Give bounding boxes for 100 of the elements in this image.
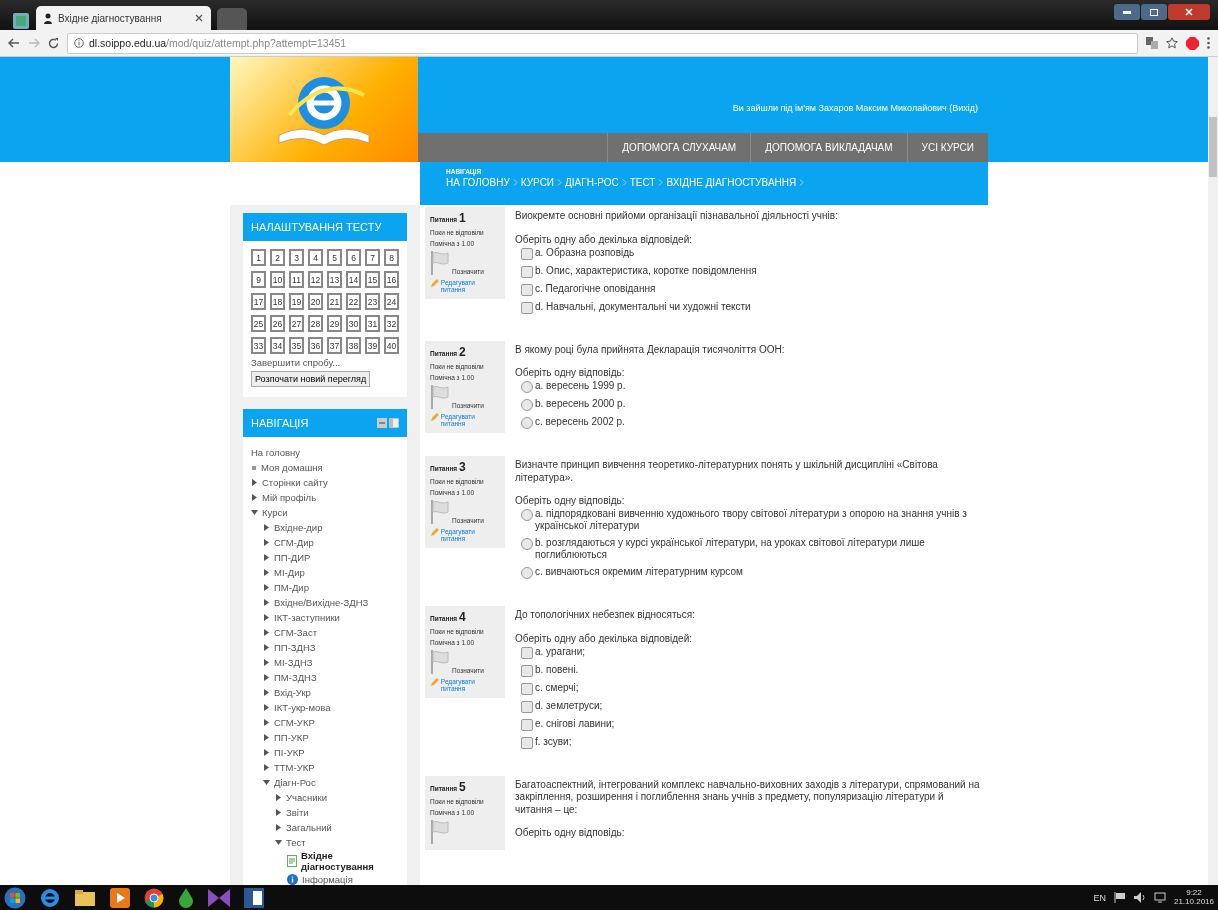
menu-icon: [1207, 37, 1210, 49]
nav-tree-item[interactable]: Учасники: [286, 792, 328, 803]
maximize-button[interactable]: [1141, 4, 1167, 20]
question-number-link[interactable]: 38: [346, 337, 361, 354]
nav-tree-item[interactable]: Загальний: [286, 822, 332, 833]
question-number-link[interactable]: 1: [251, 249, 266, 266]
checkbox[interactable]: [521, 682, 533, 695]
question-number-link[interactable]: 25: [251, 315, 266, 332]
question-number-link[interactable]: 32: [384, 315, 399, 332]
tab-title: Вхідне діагностування: [58, 12, 163, 24]
question-number-link[interactable]: 34: [270, 337, 285, 354]
question-number-link[interactable]: 15: [365, 271, 380, 288]
question-number-link[interactable]: 7: [365, 249, 380, 266]
radio-button[interactable]: [521, 538, 533, 550]
nav-tree-item[interactable]: ПМ-ЗДНЗ: [274, 672, 317, 683]
nav-tree-item[interactable]: ПП-ДИР: [274, 552, 311, 563]
question-number-link[interactable]: 3: [289, 249, 304, 266]
question-number-link[interactable]: 2: [270, 249, 285, 266]
checkbox[interactable]: [521, 646, 533, 659]
address-field[interactable]: dl.soippo.edu.ua/mod/quiz/attempt.php?attempt=13451: [67, 32, 1138, 54]
nav-tree-item[interactable]: Вхід-Укр: [274, 687, 311, 698]
drop-icon: [178, 887, 194, 908]
minimize-button[interactable]: [1114, 4, 1140, 20]
nav-tree-item[interactable]: Вхідне/Вихідне-ЗДНЗ: [274, 597, 369, 608]
nav-tree-item[interactable]: Вхідне діагностування: [301, 850, 379, 872]
nav-tree-item[interactable]: СГМ-УКР: [274, 717, 315, 728]
radio-button[interactable]: [521, 509, 533, 521]
question-number-link[interactable]: 8: [384, 249, 399, 266]
question-number-link[interactable]: 33: [251, 337, 266, 354]
checkbox[interactable]: [521, 736, 533, 749]
question-number-link[interactable]: 27: [289, 315, 304, 332]
logo-drawing[interactable]: [230, 57, 418, 162]
radio-button[interactable]: [521, 567, 533, 579]
question-number-link[interactable]: 18: [270, 293, 285, 310]
nav-tree-item[interactable]: ІКТ-укр-мова: [274, 702, 331, 713]
nav-tree-item[interactable]: Звіти: [286, 807, 309, 818]
question-number-link[interactable]: 26: [270, 315, 285, 332]
answer-option: d. землетруси;: [535, 699, 603, 712]
question-number-link[interactable]: 19: [289, 293, 304, 310]
checkbox[interactable]: [521, 247, 533, 260]
question-number-link[interactable]: 39: [365, 337, 380, 354]
question-number-link[interactable]: 17: [251, 293, 266, 310]
question-number-link[interactable]: 12: [308, 271, 323, 288]
checkbox[interactable]: [521, 700, 533, 713]
checkbox[interactable]: [521, 664, 533, 677]
question-number-link[interactable]: 22: [346, 293, 361, 310]
nav-tree-item[interactable]: СГМ-Заст: [274, 627, 317, 638]
question-number-link[interactable]: 35: [289, 337, 304, 354]
question-number-link[interactable]: 30: [346, 315, 361, 332]
question-number-link[interactable]: 14: [346, 271, 361, 288]
nav-tree-item[interactable]: Діагн-Рос: [274, 777, 316, 788]
question-number-link[interactable]: 13: [327, 271, 342, 288]
question-number-link[interactable]: 36: [308, 337, 323, 354]
radio-button[interactable]: [521, 381, 533, 393]
nav-tree-item[interactable]: Тест: [286, 837, 306, 848]
nav-tree-item[interactable]: ІКТ-заступники: [274, 612, 340, 623]
question-number-link[interactable]: 31: [365, 315, 380, 332]
language-indicator[interactable]: EN: [1093, 892, 1106, 903]
question-number-link[interactable]: 37: [327, 337, 342, 354]
checkbox[interactable]: [521, 265, 533, 278]
radio-button[interactable]: [521, 417, 533, 429]
question-number-link[interactable]: 9: [251, 271, 266, 288]
question-number-link[interactable]: 16: [384, 271, 399, 288]
nav-tree-item[interactable]: ПМ-Дир: [274, 582, 309, 593]
nav-tree-item[interactable]: СГМ-Дир: [274, 537, 314, 548]
question-number-link[interactable]: 11: [289, 271, 304, 288]
question-number-link[interactable]: 20: [308, 293, 323, 310]
radio-button[interactable]: [521, 399, 533, 411]
checkbox[interactable]: [521, 718, 533, 731]
scrollbar[interactable]: [1208, 57, 1218, 885]
nav-tree-item[interactable]: Курси: [262, 507, 288, 518]
nav-tree-item[interactable]: МІ-ЗДНЗ: [274, 657, 313, 668]
nav-tree-item[interactable]: На головну: [251, 447, 301, 458]
logged-in-user-text: Ви зайшли під ім'ям Захаров Максим Миколайович (Вихід): [731, 103, 979, 115]
answer-option: c. Педагогічне оповідання: [535, 282, 656, 295]
nav-tree-item[interactable]: ПП-УКР: [274, 732, 309, 743]
nav-tree-item[interactable]: МІ-Дир: [274, 567, 305, 578]
question-number-link[interactable]: 5: [327, 249, 342, 266]
checkbox[interactable]: [521, 301, 533, 314]
question-number-link[interactable]: 28: [308, 315, 323, 332]
question-number-link[interactable]: 6: [346, 249, 361, 266]
question-number-link[interactable]: 29: [327, 315, 342, 332]
checkbox[interactable]: [521, 283, 533, 296]
new-preview-button[interactable]: Розпочати новий перегляд: [251, 371, 371, 387]
question-number-link[interactable]: 21: [327, 293, 342, 310]
nav-tree-item[interactable]: ПП-ЗДНЗ: [274, 642, 316, 653]
nav-tree-item[interactable]: Вхідне-дир: [274, 522, 323, 533]
nav-tree-item[interactable]: Моя домашня: [261, 462, 323, 473]
question-number-link[interactable]: 40: [384, 337, 399, 354]
question-number-link[interactable]: 24: [384, 293, 399, 310]
question-number-link[interactable]: 23: [365, 293, 380, 310]
nav-tree-item[interactable]: ТТМ-УКР: [274, 762, 315, 773]
nav-tree-item[interactable]: Інформація: [302, 874, 353, 885]
browser-tab[interactable]: Вхідне діагностування: [36, 6, 211, 30]
finish-attempt-link[interactable]: Завершити спробу...: [251, 357, 399, 368]
question-number-link[interactable]: 10: [270, 271, 285, 288]
nav-tree-item[interactable]: ПІ-УКР: [274, 747, 305, 758]
question-number-link[interactable]: 4: [308, 249, 323, 266]
nav-tree-item[interactable]: Сторінки сайту: [262, 477, 328, 488]
nav-tree-item[interactable]: Мій профіль: [262, 492, 317, 503]
